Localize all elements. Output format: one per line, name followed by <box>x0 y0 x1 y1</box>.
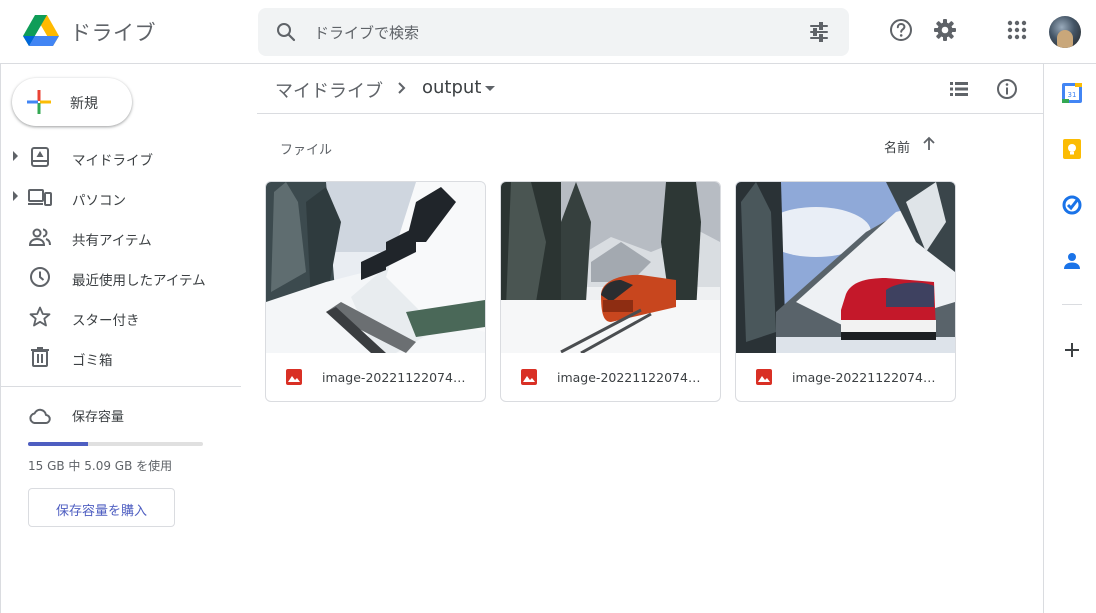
file-name: image-2022112207405... <box>322 370 472 385</box>
sidebar-item-label: 共有アイテム <box>72 233 152 249</box>
storage-progress-fill <box>28 442 88 446</box>
file-card[interactable]: image-2022112207405... <box>265 181 486 402</box>
gear-icon[interactable] <box>931 16 959 44</box>
file-name: image-2022112207405... <box>557 370 707 385</box>
buy-storage-button[interactable]: 保存容量を購入 <box>28 488 175 527</box>
new-button-label: 新規 <box>70 96 98 112</box>
image-file-icon <box>756 369 772 385</box>
sidebar-item-trash[interactable]: ゴミ箱 <box>0 337 240 377</box>
apps-grid-icon[interactable] <box>1003 16 1031 44</box>
file-card[interactable]: image-2022112207405... <box>735 181 956 402</box>
side-panel-divider <box>1062 304 1082 305</box>
sidebar-item-starred[interactable]: スター付き <box>0 297 240 337</box>
chevron-right-icon <box>398 82 406 94</box>
trash-icon <box>31 347 49 367</box>
buy-storage-label: 保存容量を購入 <box>55 504 147 519</box>
calendar-icon[interactable]: 31 <box>1061 82 1083 104</box>
plus-icon <box>27 90 51 114</box>
main-content: マイドライブ output ファイル 名前 image-202211220740… <box>257 64 1043 613</box>
add-addon-icon[interactable] <box>1062 340 1082 360</box>
sidebar-item-label: マイドライブ <box>72 153 153 169</box>
svg-text:31: 31 <box>1068 91 1077 99</box>
sidebar-item-recent[interactable]: 最近使用したアイテム <box>0 257 240 297</box>
new-button[interactable]: 新規 <box>12 78 132 126</box>
sidebar-item-label: 最近使用したアイテム <box>72 273 206 289</box>
left-edge-divider <box>0 64 1 613</box>
help-icon[interactable] <box>887 16 915 44</box>
info-icon[interactable] <box>995 77 1019 101</box>
computers-icon <box>28 189 52 206</box>
sidebar-item-shared[interactable]: 共有アイテム <box>0 217 240 257</box>
storage-progress-bar <box>28 442 203 446</box>
sidebar-item-computers[interactable]: パソコン <box>0 177 240 217</box>
list-view-icon[interactable] <box>947 77 971 101</box>
tasks-icon[interactable] <box>1061 194 1083 216</box>
file-name: image-2022112207405... <box>792 370 942 385</box>
storage-usage-text: 15 GB 中 5.09 GB を使用 <box>28 459 173 473</box>
image-thumbnail[interactable] <box>266 182 485 353</box>
expand-arrow-icon[interactable] <box>13 151 18 161</box>
star-icon <box>29 306 51 327</box>
sidebar-item-label: パソコン <box>72 193 126 209</box>
search-input[interactable]: ドライブで検索 <box>314 22 419 43</box>
image-file-icon <box>286 369 302 385</box>
contacts-icon[interactable] <box>1061 250 1083 272</box>
sidebar-item-label: スター付き <box>72 313 140 329</box>
app-title[interactable]: ドライブ <box>70 17 156 47</box>
avatar[interactable] <box>1049 16 1081 48</box>
image-thumbnail[interactable] <box>501 182 720 353</box>
keep-icon[interactable] <box>1061 138 1083 160</box>
sort-label[interactable]: 名前 <box>884 137 910 156</box>
tune-icon[interactable] <box>807 20 831 44</box>
image-file-icon <box>521 369 537 385</box>
storage-title[interactable]: 保存容量 <box>72 406 124 425</box>
breadcrumb-root[interactable]: マイドライブ <box>275 77 383 103</box>
sidebar-divider <box>0 386 241 387</box>
shared-icon <box>28 228 51 246</box>
cloud-icon <box>29 408 51 424</box>
recent-icon <box>30 267 50 287</box>
breadcrumb: マイドライブ output <box>257 64 1043 114</box>
caret-down-icon[interactable] <box>485 86 495 91</box>
search-icon[interactable] <box>274 20 298 44</box>
side-panel: 31 <box>1043 64 1096 613</box>
search-bar[interactable]: ドライブで検索 <box>258 8 849 56</box>
top-bar: ドライブ ドライブで検索 <box>0 0 1096 64</box>
image-thumbnail[interactable] <box>736 182 955 353</box>
sidebar-item-label: ゴミ箱 <box>72 353 113 369</box>
file-card[interactable]: image-2022112207405... <box>500 181 721 402</box>
breadcrumb-current[interactable]: output <box>422 77 481 98</box>
drive-logo-icon[interactable] <box>22 14 60 48</box>
my-drive-icon <box>31 147 49 167</box>
files-section-label: ファイル <box>280 143 333 158</box>
sidebar: 新規 マイドライブ パソコン 共有アイテム 最近使用したアイテム スター付き ゴ… <box>0 64 256 613</box>
arrow-up-icon[interactable] <box>919 134 939 154</box>
sidebar-item-my-drive[interactable]: マイドライブ <box>0 137 240 177</box>
expand-arrow-icon[interactable] <box>13 191 18 201</box>
